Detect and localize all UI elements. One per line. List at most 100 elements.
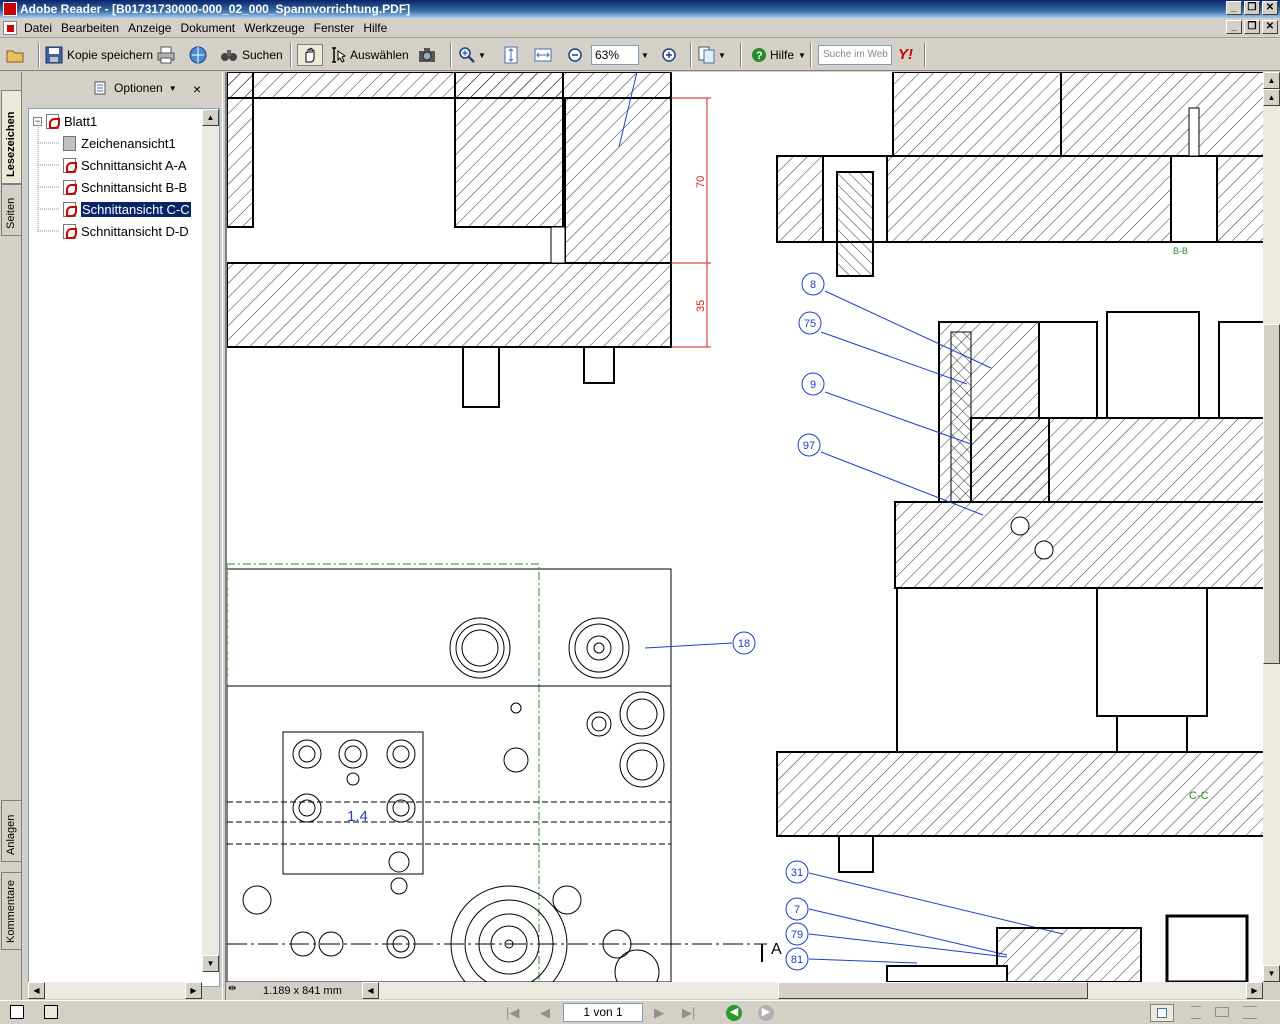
menu-datei[interactable]: Datei: [24, 21, 59, 35]
page-number-input[interactable]: 1 von 1: [563, 1003, 643, 1022]
document-vscroll[interactable]: ▲ ▲ ▼: [1263, 72, 1280, 982]
toolbar: Kopie speichern Suchen Auswählen ▼ 63% ▼…: [0, 39, 1280, 71]
bookmark-item[interactable]: Zeichenansicht1: [63, 133, 176, 153]
menu-bearbeiten[interactable]: Bearbeiten: [61, 21, 126, 35]
yahoo-button[interactable]: Y!: [898, 46, 913, 63]
close-panel-icon[interactable]: ×: [193, 81, 201, 97]
toolbar-toggle-icon[interactable]: [44, 1005, 58, 1019]
previous-page-icon[interactable]: ◀: [540, 1005, 550, 1021]
document-hscroll[interactable]: ◀ ▶: [362, 982, 1263, 999]
facing-view-icon[interactable]: [1212, 1004, 1232, 1022]
dimension-label: 35: [695, 300, 707, 312]
help-button[interactable]: ? Hilfe ▼: [750, 44, 806, 66]
page-layout-button[interactable]: ▼: [698, 44, 726, 66]
split-icon[interactable]: ⇹: [228, 983, 242, 997]
menu-fenster[interactable]: Fenster: [314, 21, 362, 35]
minus-circle-icon: [566, 46, 584, 64]
menu-hilfe[interactable]: Hilfe: [363, 21, 394, 35]
options-button[interactable]: Optionen ▼: [94, 81, 177, 95]
document-hscroll-thumb[interactable]: [778, 982, 1088, 999]
search-button[interactable]: Suchen: [220, 44, 283, 66]
bookmark-tree: − Blatt1 Zeichenansicht1 Schnittansicht …: [28, 108, 220, 987]
tab-comments[interactable]: Kommentare: [1, 872, 21, 950]
zoom-input[interactable]: 63%: [591, 45, 639, 65]
help-icon: ?: [750, 46, 768, 64]
hand-icon: [301, 46, 319, 64]
zoom-dropdown-arrow-icon[interactable]: ▼: [478, 51, 486, 60]
open-button[interactable]: [6, 44, 24, 66]
continuous-facing-view-icon[interactable]: [1240, 1004, 1260, 1022]
scroll-down-arrow-icon[interactable]: ▼: [1263, 965, 1280, 982]
single-page-view-button[interactable]: [1150, 1004, 1174, 1022]
folder-open-icon: [6, 46, 24, 64]
snapshot-button[interactable]: [418, 44, 436, 66]
scroll-left-arrow-icon[interactable]: ◀: [362, 982, 379, 999]
go-forward-icon[interactable]: ▶: [758, 1005, 774, 1021]
print-button[interactable]: [157, 44, 175, 66]
email-button[interactable]: [189, 44, 207, 66]
panel-vscroll[interactable]: ▲ ▼: [202, 109, 219, 972]
panel-hscroll[interactable]: ◀ ▶: [28, 982, 202, 999]
options-label: Optionen: [114, 81, 163, 95]
page-layout-dropdown-icon[interactable]: ▼: [718, 51, 726, 60]
zoom-tool-button[interactable]: ▼: [458, 44, 486, 66]
options-dropdown-icon: ▼: [168, 83, 177, 93]
last-page-icon[interactable]: ▶|: [682, 1005, 695, 1021]
window-title: Adobe Reader - [B01731730000-000_02_000_…: [20, 2, 411, 16]
doc-close-button[interactable]: ✕: [1262, 20, 1278, 34]
balloon-label: 18: [738, 638, 750, 650]
zoom-out-button[interactable]: [566, 44, 584, 66]
fit-width-button[interactable]: [534, 44, 552, 66]
doc-minimize-button[interactable]: _: [1226, 20, 1242, 34]
menu-bar: Datei Bearbeiten Anzeige Dokument Werkzeuge F…: [0, 18, 1280, 38]
panel-toggle-icon[interactable]: [10, 1005, 24, 1019]
save-copy-button[interactable]: Kopie speichern: [45, 44, 153, 66]
tab-bookmarks-label: Lesezeichen: [5, 111, 17, 177]
scroll-up-arrow-icon[interactable]: ▲: [1263, 72, 1280, 89]
tree-lines: [37, 121, 60, 232]
scroll-up-arrow-icon[interactable]: ▲: [202, 109, 219, 126]
scroll-down-arrow-icon[interactable]: ▼: [202, 955, 219, 972]
bookmark-item-label: Schnittansicht D-D: [81, 223, 189, 239]
bookmark-item[interactable]: Schnittansicht A-A: [63, 155, 187, 175]
menu-dokument[interactable]: Dokument: [180, 21, 242, 35]
scroll-corner: [1263, 982, 1280, 999]
first-page-icon[interactable]: |◀: [506, 1005, 519, 1021]
select-tool-button[interactable]: Auswählen: [330, 44, 409, 66]
fit-page-button[interactable]: [502, 44, 520, 66]
tab-attachments[interactable]: Anlagen: [1, 800, 21, 862]
help-dropdown-icon[interactable]: ▼: [798, 51, 806, 60]
zoom-level-dropdown-icon[interactable]: ▼: [641, 44, 649, 66]
zoom-in-button[interactable]: [660, 44, 678, 66]
bookmark-item[interactable]: Schnittansicht D-D: [63, 221, 189, 241]
bookmark-item-selected[interactable]: Schnittansicht C-C: [63, 199, 192, 219]
plus-circle-icon: [660, 46, 678, 64]
go-back-icon[interactable]: ◀: [726, 1005, 742, 1021]
bookmark-item-label: Schnittansicht B-B: [81, 179, 188, 195]
doc-restore-button[interactable]: ❐: [1244, 20, 1260, 34]
close-button[interactable]: ✕: [1262, 1, 1278, 15]
document-vscroll-thumb[interactable]: [1263, 324, 1280, 664]
document-view[interactable]: 70 35 1.4 18 A B-B C-C 8 75 9 97 31 7 79…: [226, 72, 1264, 982]
tab-bookmarks[interactable]: Lesezeichen: [1, 90, 21, 184]
bookmark-item-label: Zeichenansicht1: [81, 135, 176, 151]
scroll-left-arrow-icon[interactable]: ◀: [28, 982, 45, 999]
hand-tool-button[interactable]: [297, 44, 323, 66]
help-label: Hilfe: [770, 48, 795, 62]
scroll-right-arrow-icon[interactable]: ▶: [1246, 982, 1263, 999]
scroll-up-arrow-icon[interactable]: ▲: [1263, 89, 1280, 106]
scroll-right-arrow-icon[interactable]: ▶: [185, 982, 202, 999]
options-icon: [94, 81, 108, 95]
bookmark-item[interactable]: Schnittansicht B-B: [63, 177, 187, 197]
next-page-icon[interactable]: ▶: [654, 1005, 664, 1021]
minimize-button[interactable]: _: [1226, 1, 1242, 15]
menu-werkzeuge[interactable]: Werkzeuge: [244, 21, 311, 35]
menu-anzeige[interactable]: Anzeige: [128, 21, 178, 35]
continuous-view-icon[interactable]: [1186, 1004, 1206, 1022]
balloon-label: 79: [791, 929, 803, 941]
tab-pages[interactable]: Seiten: [1, 184, 21, 236]
document-icon[interactable]: [3, 21, 17, 35]
restore-button[interactable]: ❐: [1244, 1, 1260, 15]
text-cursor-icon: [330, 46, 348, 64]
search-web-input[interactable]: Suche im Web: [818, 45, 892, 65]
